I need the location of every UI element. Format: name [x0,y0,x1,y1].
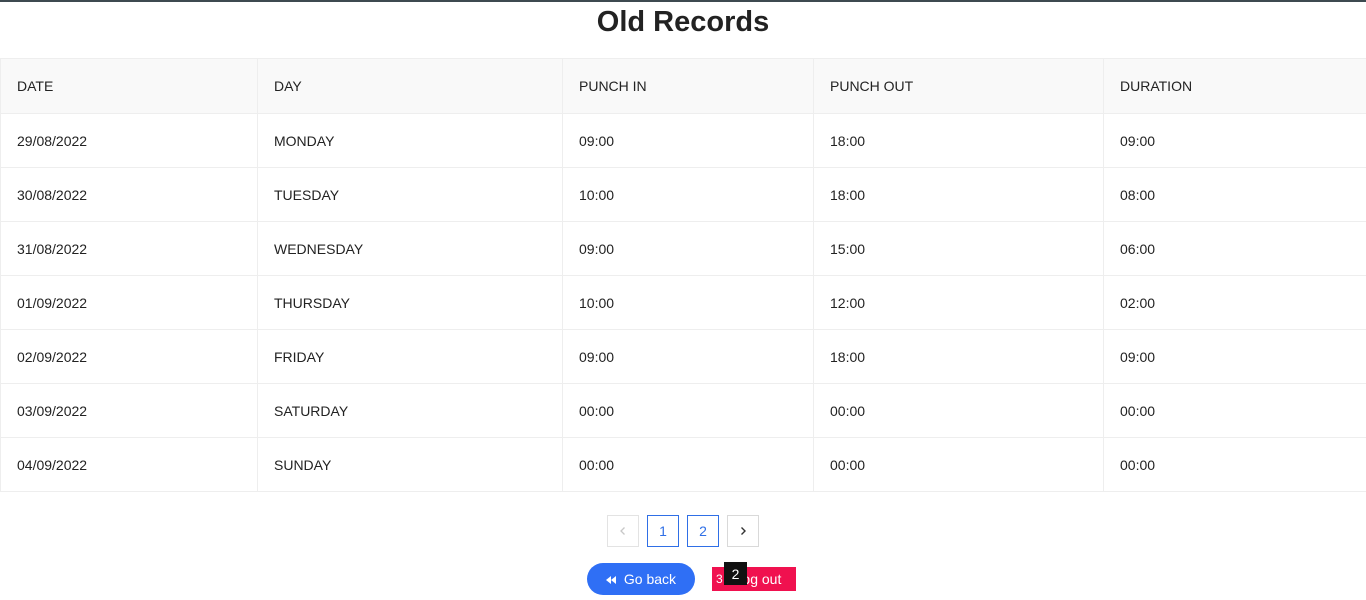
table-row: 01/09/2022 THURSDAY 10:00 12:00 02:00 [0,275,1366,330]
pagination-page-1[interactable]: 1 [647,515,679,547]
cell-punch-out: 12:00 [813,275,1104,330]
go-back-label: Go back [623,571,677,587]
pagination-prev-button[interactable] [607,515,639,547]
records-table: DATE DAY PUNCH IN PUNCH OUT DURATION 29/… [0,58,1366,492]
cell-punch-in: 10:00 [562,167,814,222]
table-row: 03/09/2022 SATURDAY 00:00 00:00 00:00 [0,383,1366,438]
chevron-right-icon [738,526,748,536]
chevron-left-icon [618,526,628,536]
cell-duration: 02:00 [1103,275,1366,330]
cell-day: MONDAY [257,113,563,168]
table-row: 31/08/2022 WEDNESDAY 09:00 15:00 06:00 [0,221,1366,276]
cell-duration: 09:00 [1103,329,1366,384]
cell-day: THURSDAY [257,275,563,330]
cell-punch-out: 15:00 [813,221,1104,276]
logout-icon: 3 [716,572,723,586]
table-row: 04/09/2022 SUNDAY 00:00 00:00 00:00 [0,437,1366,492]
column-header-date: DATE [0,58,258,114]
cell-punch-in: 10:00 [562,275,814,330]
pagination-page-2[interactable]: 2 [687,515,719,547]
column-header-punch-out: PUNCH OUT [813,58,1104,114]
cell-duration: 00:00 [1103,437,1366,492]
cell-date: 04/09/2022 [0,437,258,492]
cell-duration: 00:00 [1103,383,1366,438]
cell-punch-out: 18:00 [813,329,1104,384]
go-back-button[interactable]: Go back [587,563,695,595]
backward-icon [605,571,616,587]
cell-punch-out: 00:00 [813,437,1104,492]
cell-punch-out: 18:00 [813,167,1104,222]
cell-day: FRIDAY [257,329,563,384]
cell-day: SUNDAY [257,437,563,492]
cell-punch-in: 09:00 [562,113,814,168]
cell-day: WEDNESDAY [257,221,563,276]
table-row: 29/08/2022 MONDAY 09:00 18:00 09:00 [0,113,1366,168]
cell-date: 29/08/2022 [0,113,258,168]
cell-duration: 06:00 [1103,221,1366,276]
column-header-punch-in: PUNCH IN [562,58,814,114]
cell-day: SATURDAY [257,383,563,438]
cell-punch-in: 00:00 [562,383,814,438]
cell-duration: 08:00 [1103,167,1366,222]
page-title: Old Records [596,6,770,38]
pagination-next-button[interactable] [727,515,759,547]
cell-date: 30/08/2022 [0,167,258,222]
cell-punch-in: 00:00 [562,437,814,492]
annotation-badge: 2 [724,562,747,585]
cell-date: 31/08/2022 [0,221,258,276]
cell-punch-in: 09:00 [562,221,814,276]
cell-date: 02/09/2022 [0,329,258,384]
table-row: 30/08/2022 TUESDAY 10:00 18:00 08:00 [0,167,1366,222]
table-row: 02/09/2022 FRIDAY 09:00 18:00 09:00 [0,329,1366,384]
cell-day: TUESDAY [257,167,563,222]
column-header-duration: DURATION [1103,58,1366,114]
cell-punch-out: 00:00 [813,383,1104,438]
cell-punch-out: 18:00 [813,113,1104,168]
table-header-row: DATE DAY PUNCH IN PUNCH OUT DURATION [0,58,1366,114]
pagination: 1 2 [607,515,759,547]
cell-date: 01/09/2022 [0,275,258,330]
cell-duration: 09:00 [1103,113,1366,168]
cell-punch-in: 09:00 [562,329,814,384]
top-border [0,0,1366,2]
column-header-day: DAY [257,58,563,114]
cell-date: 03/09/2022 [0,383,258,438]
